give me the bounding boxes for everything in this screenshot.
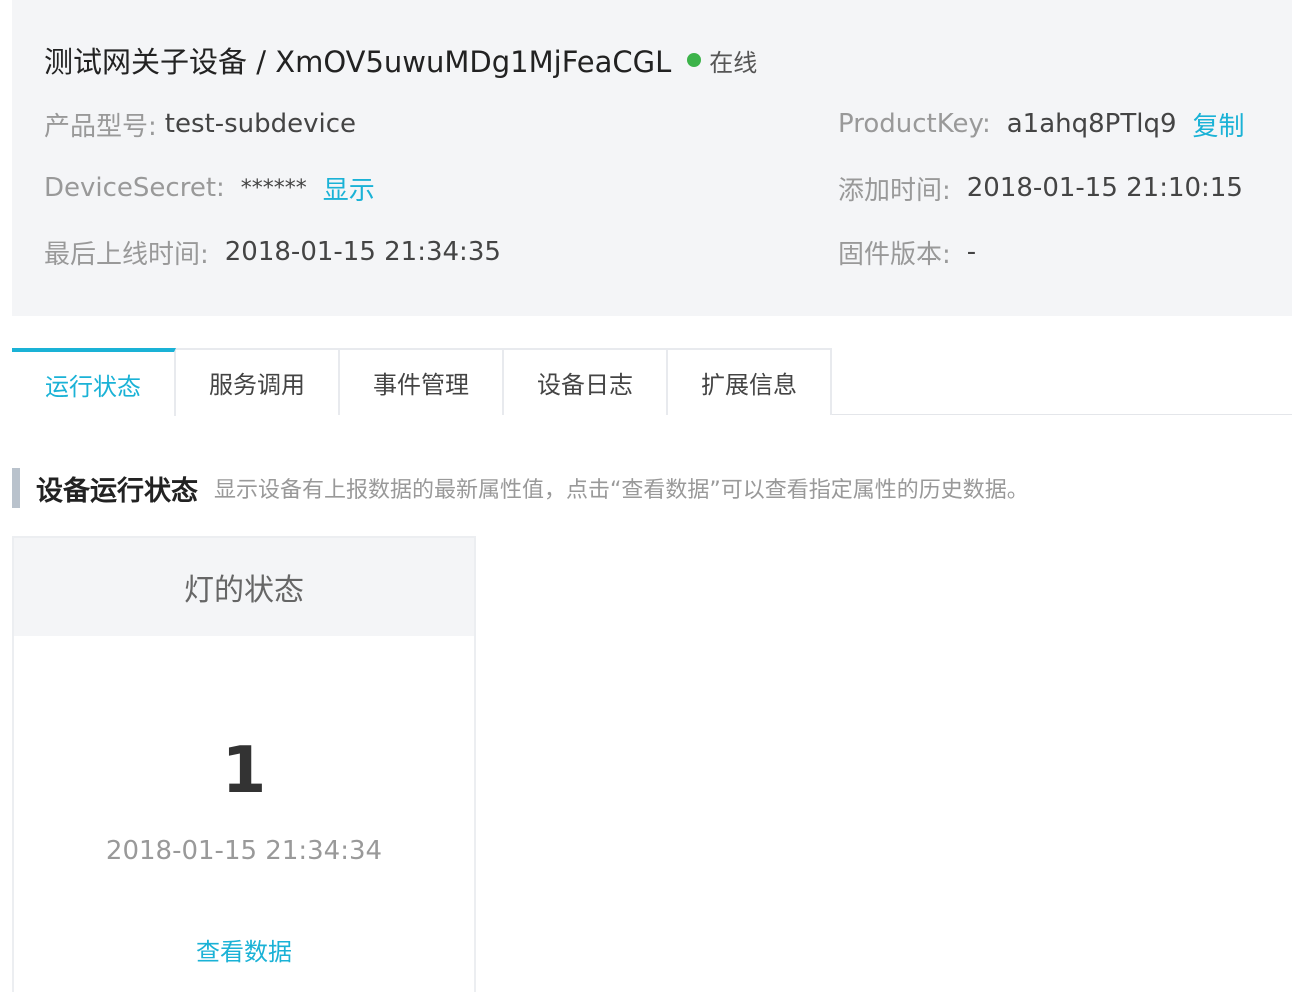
last-online-label: 最后上线时间: bbox=[44, 239, 209, 270]
property-card: 灯的状态 1 2018-01-15 21:34:34 查看数据 bbox=[12, 536, 476, 992]
online-status-dot bbox=[687, 53, 702, 67]
section-title: 设备运行状态 bbox=[36, 475, 198, 507]
device-info-panel: 测试网关子设备 / XmOV5uwuMDg1MjFeaCGL 在线 产品型号: … bbox=[12, 0, 1292, 316]
product-model-field: 产品型号: test-subdevice bbox=[44, 106, 356, 142]
section-description: 显示设备有上报数据的最新属性值，点击“查看数据”可以查看指定属性的历史数据。 bbox=[214, 478, 1029, 503]
page: 测试网关子设备 / XmOV5uwuMDg1MjFeaCGL 在线 产品型号: … bbox=[0, 0, 1292, 992]
tab-extended-info[interactable]: 扩展信息 bbox=[668, 348, 832, 415]
product-key-value: a1ahq8PTlq9 bbox=[1006, 109, 1177, 139]
device-secret-label: DeviceSecret: bbox=[44, 173, 225, 203]
device-secret-field: DeviceSecret: ****** 显示 bbox=[44, 170, 375, 206]
product-model-label: 产品型号: bbox=[44, 111, 157, 142]
last-online-field: 最后上线时间: 2018-01-15 21:34:35 bbox=[44, 234, 501, 270]
property-card-title: 灯的状态 bbox=[14, 538, 474, 636]
product-model-value: test-subdevice bbox=[164, 109, 357, 139]
device-title-row: 测试网关子设备 / XmOV5uwuMDg1MjFeaCGL 在线 bbox=[44, 38, 757, 82]
last-online-value: 2018-01-15 21:34:35 bbox=[224, 237, 501, 267]
product-key-field: ProductKey: a1ahq8PTlq9 复制 bbox=[838, 106, 1245, 142]
device-tabs: 运行状态 服务调用 事件管理 设备日志 扩展信息 bbox=[12, 348, 1292, 416]
added-time-field: 添加时间: 2018-01-15 21:10:15 bbox=[838, 170, 1243, 206]
online-status-text: 在线 bbox=[709, 48, 758, 77]
device-secret-value: ****** bbox=[240, 175, 307, 201]
tab-service-call[interactable]: 服务调用 bbox=[176, 348, 340, 415]
firmware-version-value: - bbox=[966, 237, 977, 267]
view-data-link[interactable]: 查看数据 bbox=[14, 932, 474, 967]
tab-device-log[interactable]: 设备日志 bbox=[504, 348, 668, 415]
section-header: 设备运行状态 显示设备有上报数据的最新属性值，点击“查看数据”可以查看指定属性的… bbox=[12, 468, 1029, 508]
added-time-value: 2018-01-15 21:10:15 bbox=[966, 173, 1243, 203]
firmware-version-field: 固件版本: - bbox=[838, 234, 976, 270]
copy-product-key-link[interactable]: 复制 bbox=[1193, 106, 1245, 143]
show-secret-link[interactable]: 显示 bbox=[323, 170, 375, 207]
firmware-version-label: 固件版本: bbox=[838, 239, 951, 270]
property-value: 1 bbox=[221, 734, 267, 808]
product-key-label: ProductKey: bbox=[838, 109, 991, 139]
section-accent-bar bbox=[12, 468, 20, 508]
property-timestamp: 2018-01-15 21:34:34 bbox=[105, 836, 383, 866]
device-title: 测试网关子设备 / XmOV5uwuMDg1MjFeaCGL bbox=[44, 45, 672, 79]
tab-running-status[interactable]: 运行状态 bbox=[12, 348, 176, 416]
added-time-label: 添加时间: bbox=[838, 175, 951, 206]
tab-event-management[interactable]: 事件管理 bbox=[340, 348, 504, 415]
